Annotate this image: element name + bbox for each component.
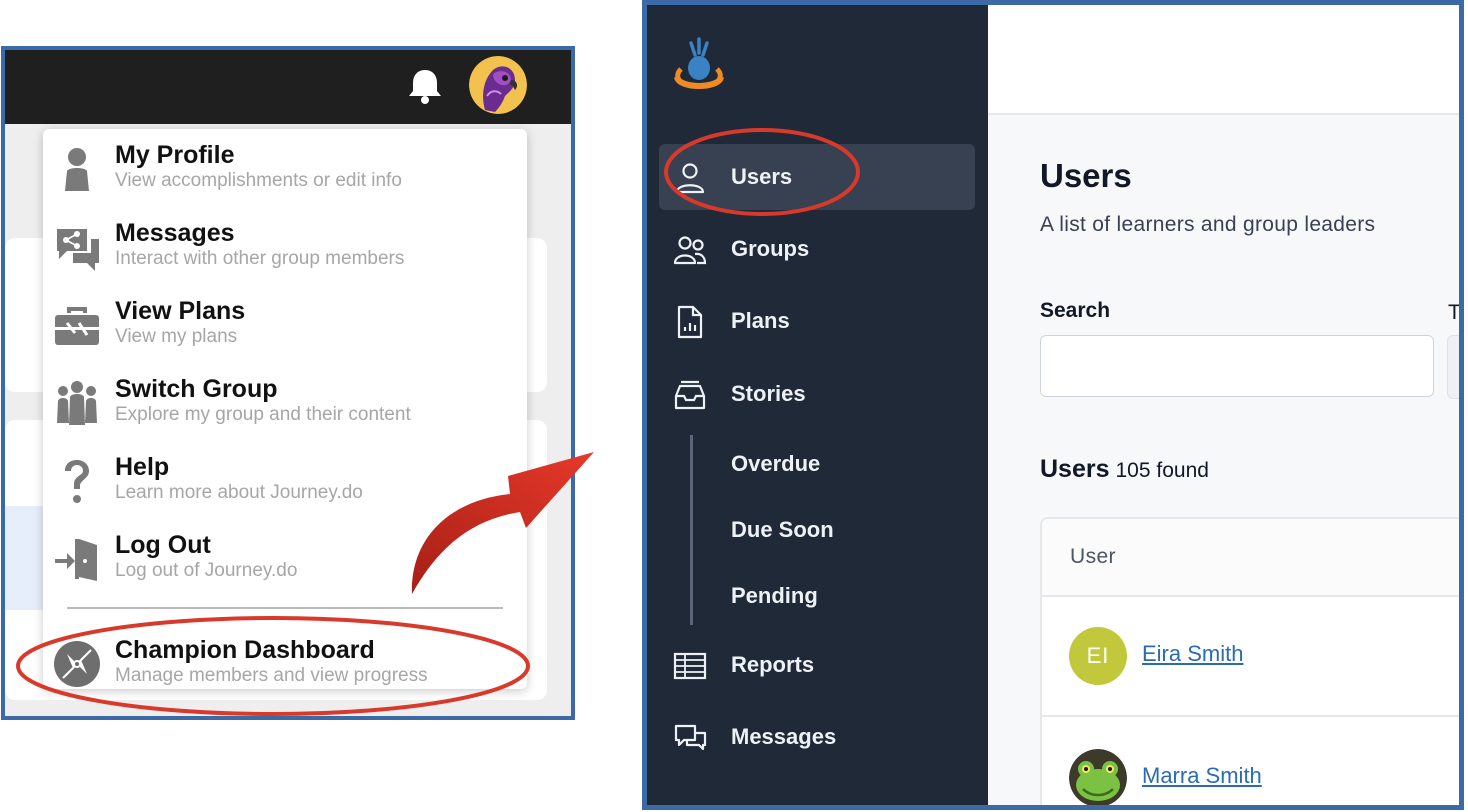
search-input[interactable] (1040, 335, 1434, 397)
avatar-initials: EI (1069, 627, 1127, 685)
menu-item-title: Log Out (115, 531, 211, 559)
chat-bubbles-icon (674, 724, 707, 751)
menu-item-messages[interactable]: Messages Interact with other group membe… (43, 219, 527, 291)
menu-item-subtitle: View my plans (115, 326, 238, 347)
question-icon (65, 460, 89, 503)
background-highlight (5, 506, 45, 610)
menu-item-subtitle: Interact with other group members (115, 248, 405, 269)
highlight-ellipse-users (664, 128, 860, 216)
table-header: User (1042, 519, 1459, 597)
nav-label: Stories (731, 381, 806, 406)
user-name-link[interactable]: Marra Smith (1142, 763, 1262, 789)
person-icon (65, 148, 89, 191)
avatar: EI (1069, 627, 1127, 685)
nav-label: Plans (731, 308, 790, 333)
subnav-overdue[interactable]: Overdue (731, 451, 820, 477)
nav-reports[interactable]: Reports (659, 632, 975, 698)
group-icon (57, 381, 97, 425)
menu-item-title: Messages (115, 219, 235, 247)
menu-item-title: Switch Group (115, 375, 278, 403)
filter-field-partial[interactable] (1447, 335, 1459, 399)
user-name-link[interactable]: Eira Smith (1142, 641, 1243, 667)
menu-item-view-plans[interactable]: View Plans View my plans (43, 297, 527, 369)
logout-icon (55, 539, 97, 581)
users-icon (673, 236, 707, 265)
users-count-heading: Users 105 found (1040, 455, 1209, 484)
toolbox-icon (55, 307, 99, 345)
menu-item-subtitle: Learn more about Journey.do (115, 482, 363, 503)
filter-label-partial: T (1448, 301, 1461, 324)
column-header-user[interactable]: User (1070, 545, 1116, 569)
table-row: Marra Smith (1042, 717, 1459, 805)
menu-item-switch-group[interactable]: Switch Group Explore my group and their … (43, 375, 527, 447)
users-count: 105 found (1115, 459, 1209, 482)
subnav-due-soon[interactable]: Due Soon (731, 517, 834, 543)
nav-label: Groups (731, 236, 810, 261)
nav-label: Reports (731, 652, 815, 677)
menu-item-subtitle: Explore my group and their content (115, 404, 411, 425)
menu-item-title: Help (115, 453, 170, 481)
subnav-pending[interactable]: Pending (731, 583, 818, 609)
curved-arrow-icon (411, 452, 594, 594)
users-heading-title: Users (1040, 455, 1110, 483)
frog-avatar-icon (1069, 749, 1127, 805)
menu-item-title: My Profile (115, 141, 235, 169)
nav-groups[interactable]: Groups (659, 216, 975, 282)
users-table: User EI Eira Smith Marra Smith (1040, 517, 1459, 805)
nav-label: Messages (731, 724, 837, 749)
chat-share-icon (57, 229, 99, 271)
stories-subnav-line (690, 435, 693, 625)
search-label: Search (1040, 299, 1111, 322)
app-logo-icon[interactable] (671, 35, 727, 95)
document-chart-icon (677, 305, 703, 339)
app-top-bar (5, 50, 571, 124)
menu-item-my-profile[interactable]: My Profile View accomplishments or edit … (43, 141, 527, 213)
main-header-bar (988, 5, 1459, 115)
right-screenshot-panel: Users Groups Plans Stories Overdue Due S… (642, 0, 1464, 810)
bell-icon[interactable] (403, 65, 447, 109)
user-avatar-parrot[interactable] (469, 56, 527, 114)
highlight-ellipse-champion (16, 616, 530, 716)
nav-stories[interactable]: Stories (659, 361, 975, 427)
menu-item-subtitle: Log out of Journey.do (115, 560, 298, 581)
nav-plans[interactable]: Plans (659, 288, 975, 354)
table-icon (673, 652, 707, 680)
page-subtitle: A list of learners and group leaders (1040, 213, 1376, 236)
avatar (1069, 749, 1127, 805)
page-title: Users (1040, 157, 1132, 194)
menu-item-title: View Plans (115, 297, 246, 325)
menu-item-subtitle: View accomplishments or edit info (115, 170, 402, 191)
nav-messages[interactable]: Messages (659, 704, 975, 770)
main-content: Users A list of learners and group leade… (988, 5, 1461, 805)
inbox-stack-icon (674, 380, 706, 410)
table-row: EI Eira Smith (1042, 595, 1459, 717)
